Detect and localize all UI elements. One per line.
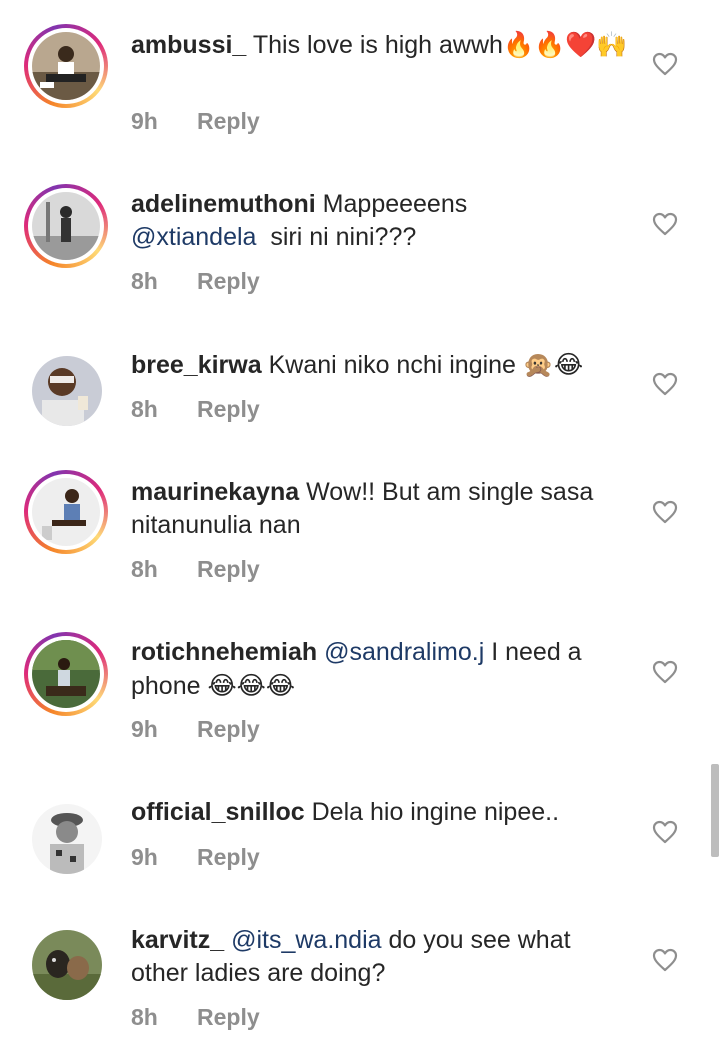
heart-icon[interactable] bbox=[652, 948, 678, 972]
mention-link[interactable]: @sandralimo.j bbox=[324, 638, 484, 666]
comment-body: Mappeeeens bbox=[315, 190, 468, 218]
reply-button[interactable]: Reply bbox=[197, 396, 260, 423]
comment-username[interactable]: maurinekayna bbox=[131, 478, 299, 506]
comment-text: bree_kirwa Kwani niko nchi ingine 🙊😂 bbox=[131, 348, 631, 382]
comment-timestamp: 9h bbox=[131, 844, 158, 870]
comment-emoji: 😂😂😂 bbox=[207, 671, 296, 700]
avatar[interactable] bbox=[24, 470, 108, 554]
comment-timestamp: 8h bbox=[131, 268, 158, 294]
comment-emoji: 🔥🔥❤️🙌 bbox=[502, 30, 628, 59]
comment-text: adelinemuthoni Mappeeeens @xtiandela siri… bbox=[131, 188, 631, 254]
reply-button[interactable]: Reply bbox=[197, 556, 260, 583]
comment-text: maurinekayna Wow!! But am single sasa ni… bbox=[131, 476, 631, 542]
avatar[interactable] bbox=[24, 922, 108, 1006]
comment-body: siri ni nini??? bbox=[256, 223, 417, 251]
comment-username[interactable]: ambussi_ bbox=[131, 31, 246, 59]
comment-username[interactable]: official_snilloc bbox=[131, 798, 305, 826]
heart-icon[interactable] bbox=[652, 820, 678, 844]
comment-text: rotichnehemiah @sandralimo.j I need a ph… bbox=[131, 636, 631, 703]
comment-body: This love is high awwh bbox=[246, 31, 503, 59]
reply-button[interactable]: Reply bbox=[197, 268, 260, 295]
reply-button[interactable]: Reply bbox=[197, 108, 260, 135]
reply-button[interactable]: Reply bbox=[197, 716, 260, 743]
avatar[interactable] bbox=[24, 796, 108, 880]
heart-icon[interactable] bbox=[652, 212, 678, 236]
comment-body: Dela hio ingine nipee.. bbox=[304, 798, 560, 826]
heart-icon[interactable] bbox=[652, 500, 678, 524]
mention-link[interactable]: @its_wa.ndia bbox=[231, 926, 381, 954]
comment-timestamp: 8h bbox=[131, 556, 158, 582]
reply-button[interactable]: Reply bbox=[197, 1004, 260, 1031]
comment-timestamp: 9h bbox=[131, 108, 158, 134]
comment-timestamp: 8h bbox=[131, 396, 158, 422]
scrollbar[interactable] bbox=[711, 764, 719, 857]
comment-text: official_snilloc Dela hio ingine nipee.. bbox=[131, 796, 631, 829]
comment-username[interactable]: bree_kirwa bbox=[131, 351, 262, 379]
mention-link[interactable]: @xtiandela bbox=[131, 223, 256, 251]
comment-timestamp: 8h bbox=[131, 1004, 158, 1030]
comment-text: karvitz_ @its_wa.ndia do you see what ot… bbox=[131, 924, 631, 990]
comment-username[interactable]: rotichnehemiah bbox=[131, 638, 317, 666]
comment-timestamp: 9h bbox=[131, 716, 158, 742]
comment-username[interactable]: adelinemuthoni bbox=[131, 190, 316, 218]
reply-button[interactable]: Reply bbox=[197, 844, 260, 871]
comment-emoji: 🙊😂 bbox=[522, 350, 584, 379]
heart-icon[interactable] bbox=[652, 52, 678, 76]
avatar[interactable] bbox=[24, 348, 108, 432]
comment-text: ambussi_ This love is high awwh🔥🔥❤️🙌 bbox=[131, 28, 631, 62]
avatar[interactable] bbox=[24, 632, 108, 716]
avatar[interactable] bbox=[24, 184, 108, 268]
comment-body: Kwani niko nchi ingine bbox=[261, 351, 523, 379]
avatar[interactable] bbox=[24, 24, 108, 108]
heart-icon[interactable] bbox=[652, 660, 678, 684]
heart-icon[interactable] bbox=[652, 372, 678, 396]
comment-username[interactable]: karvitz_ bbox=[131, 926, 224, 954]
